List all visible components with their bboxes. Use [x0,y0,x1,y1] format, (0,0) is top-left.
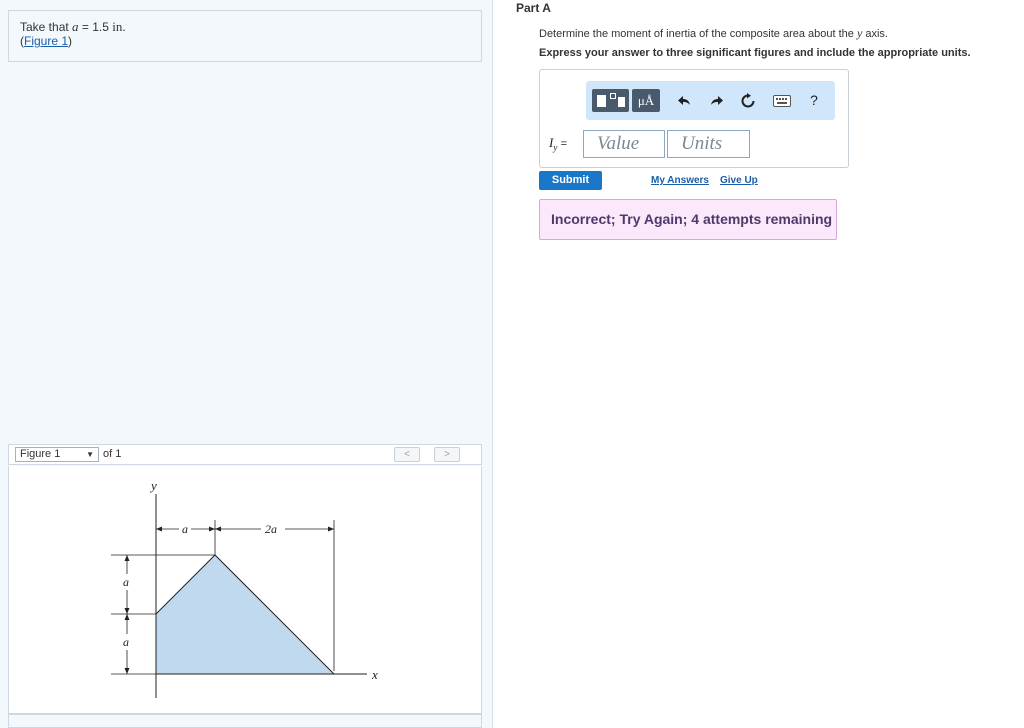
variable-a: a [72,19,79,34]
close-paren: ) [68,34,73,48]
feedback-message: Incorrect; Try Again; 4 attempts remaini… [539,199,837,240]
dim-arrow [124,555,130,561]
dim-arrow [124,608,130,614]
question-suffix: axis. [865,28,888,40]
equation-toolbar: μÅ ? [586,81,835,120]
part-title: Part A [516,1,551,15]
given-value: 1.5 [92,20,109,34]
composite-shape [155,554,336,675]
left-pane: Take that a = 1.5 in. (Figure 1) Figure … [0,0,493,728]
keyboard-icon [773,95,791,108]
answer-label: Iy = [549,135,567,153]
answer-label-subscript: y [553,142,558,153]
templates-button[interactable] [592,89,629,112]
next-figure-button[interactable]: > [434,447,460,462]
reset-icon [741,93,755,108]
dim-label-a-lower: a [123,635,129,649]
composite-area-figure: y x a 2a a a [111,478,378,698]
answer-instruction: Express your answer to three significant… [539,47,971,59]
my-answers-link[interactable]: My Answers [651,175,709,186]
figure-footer [8,714,482,728]
dim-label-2a: 2a [265,522,277,536]
figure-navigation-bar: Figure 1 ▼ of 1 < > [8,444,482,465]
submit-button[interactable]: Submit [539,171,602,190]
help-button[interactable]: ? [804,81,824,120]
figure-select-value: Figure 1 [20,448,61,460]
undo-button[interactable] [673,81,697,120]
question-prefix: Determine the moment of inertia of the c… [539,28,854,40]
answer-panel: μÅ ? Iy = [539,69,849,168]
x-axis-label: x [371,667,378,682]
figure-canvas: y x a 2a a a [8,466,482,714]
equals-sign: = [81,20,89,34]
figure-select[interactable]: Figure 1 ▼ [15,447,99,462]
templates-icon-part [610,93,616,99]
units-input[interactable] [667,130,750,158]
figure-count: of 1 [103,448,122,460]
units-button[interactable]: μÅ [632,89,660,112]
dim-label-a-upper: a [123,575,129,589]
give-up-link[interactable]: Give Up [720,175,758,186]
figure-1-link[interactable]: Figure 1 [24,34,68,48]
question-text: Determine the moment of inertia of the c… [539,26,888,41]
dim-label-a-top: a [182,522,188,536]
question-variable: y [856,26,863,40]
redo-icon [711,96,723,106]
dropdown-arrow-icon: ▼ [86,450,94,459]
templates-icon-part [618,97,625,107]
value-input[interactable] [583,130,665,158]
dim-arrow [328,526,334,532]
problem-statement: Take that a = 1.5 in. (Figure 1) [8,10,482,62]
answer-label-equals: = [560,138,568,150]
problem-given: Take that a = 1.5 in. [20,19,470,35]
undo-icon [678,96,690,106]
templates-icon [597,95,606,107]
keyboard-button[interactable] [768,81,796,120]
dim-arrow [156,526,162,532]
prev-figure-button[interactable]: < [394,447,420,462]
reset-button[interactable] [736,81,760,120]
dim-arrow [124,614,130,620]
redo-button[interactable] [704,81,728,120]
figure-link-line: (Figure 1) [20,34,470,48]
dim-arrow [209,526,215,532]
take-that-text: Take that [20,20,69,34]
given-unit: in. [112,19,126,34]
y-axis-label: y [149,478,157,493]
dim-arrow [215,526,221,532]
dim-arrow [124,668,130,674]
